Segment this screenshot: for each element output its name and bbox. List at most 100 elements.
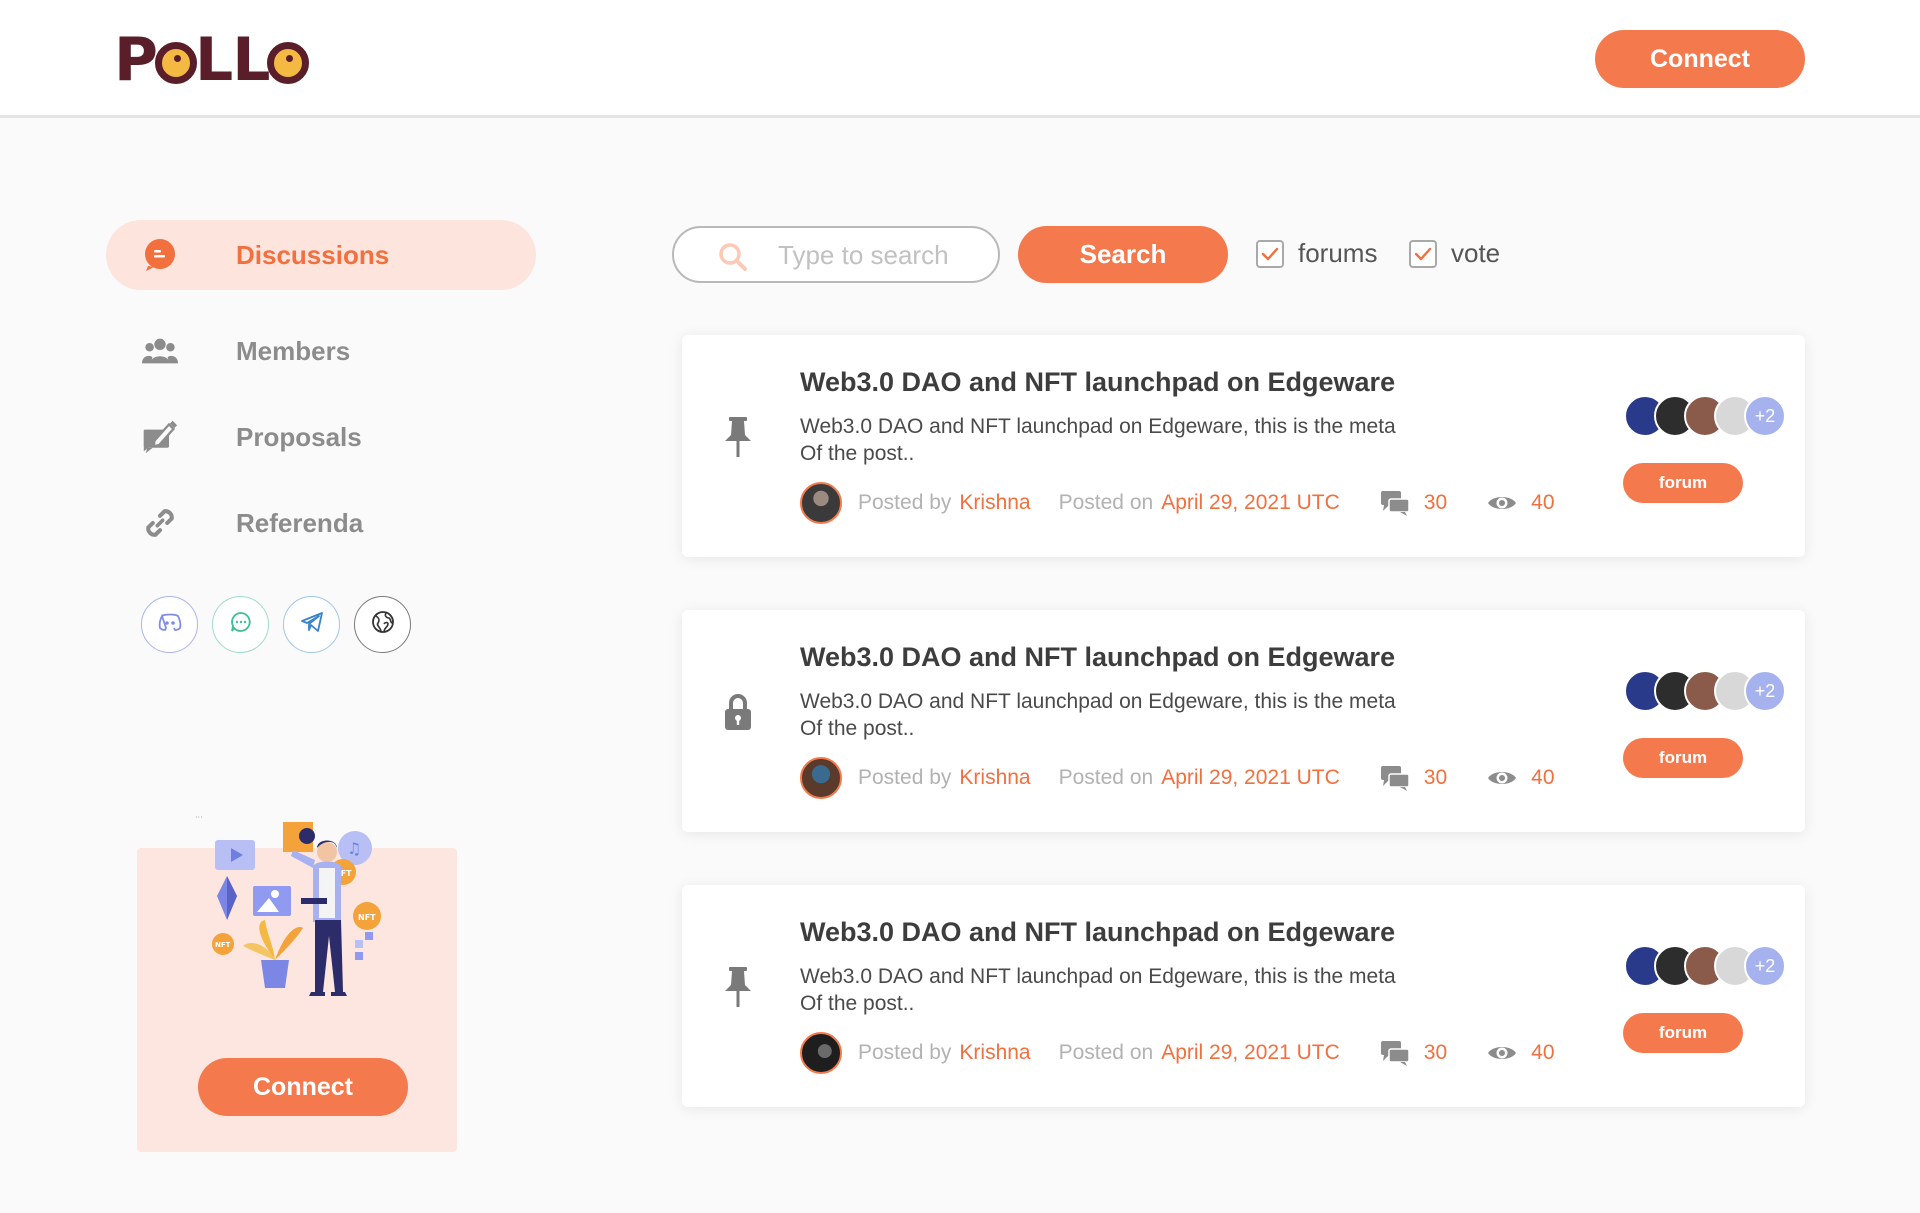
posted-on-label: Posted on bbox=[1058, 1041, 1154, 1064]
post-date: April 29, 2021 UTC bbox=[1161, 1041, 1340, 1064]
post-card[interactable]: Web3.0 DAO and NFT launchpad on Edgeware… bbox=[682, 610, 1805, 832]
comment-count: 30 bbox=[1380, 490, 1447, 516]
forum-tag[interactable]: forum bbox=[1623, 1013, 1743, 1053]
header-connect-button[interactable]: Connect bbox=[1595, 30, 1805, 88]
post-date: April 29, 2021 UTC bbox=[1161, 491, 1340, 514]
post-description-line: Web3.0 DAO and NFT launchpad on Edgeware… bbox=[800, 415, 1396, 438]
sidebar-item-proposals[interactable]: Proposals bbox=[106, 402, 536, 472]
vote-checkbox[interactable] bbox=[1409, 239, 1437, 268]
view-count-value: 40 bbox=[1531, 1041, 1555, 1064]
filter-label: vote bbox=[1451, 238, 1501, 268]
users-icon bbox=[142, 335, 178, 367]
logo-text: P LL bbox=[114, 30, 310, 90]
post-title[interactable]: Web3.0 DAO and NFT launchpad on Edgeware bbox=[800, 917, 1395, 948]
more-participants-badge[interactable]: +2 bbox=[1744, 945, 1786, 987]
post-description-line: Of the post.. bbox=[800, 992, 915, 1015]
participant-avatars: +2 bbox=[1624, 395, 1786, 437]
comments-icon bbox=[1380, 490, 1410, 516]
sidebar-item-label: Members bbox=[236, 335, 351, 366]
svg-text:NFT: NFT bbox=[358, 913, 376, 922]
forum-tag[interactable]: forum bbox=[1623, 463, 1743, 503]
more-participants-badge[interactable]: +2 bbox=[1744, 395, 1786, 437]
post-meta: Posted by Krishna Posted on April 29, 20… bbox=[800, 482, 1555, 524]
filter-vote[interactable]: vote bbox=[1409, 238, 1500, 269]
svg-text:···: ··· bbox=[195, 813, 203, 822]
view-count-value: 40 bbox=[1531, 491, 1555, 514]
forum-tag[interactable]: forum bbox=[1623, 738, 1743, 778]
view-count: 40 bbox=[1487, 766, 1555, 790]
eye-icon bbox=[1487, 768, 1517, 788]
filter-forums[interactable]: forums bbox=[1256, 238, 1377, 269]
posted-on-label: Posted on bbox=[1058, 766, 1154, 789]
pollo-logo[interactable]: P LL bbox=[114, 30, 310, 90]
post-description-line: Of the post.. bbox=[800, 442, 915, 465]
nft-illustration: ♫ NFT NFT NFT ··· bbox=[195, 812, 395, 1012]
chick-icon bbox=[154, 42, 197, 85]
svg-text:♫: ♫ bbox=[347, 839, 361, 858]
eye-icon bbox=[1487, 493, 1517, 513]
participant-avatars: +2 bbox=[1624, 670, 1786, 712]
post-card[interactable]: Web3.0 DAO and NFT launchpad on Edgeware… bbox=[682, 885, 1805, 1107]
eye-icon bbox=[1487, 1043, 1517, 1063]
author-avatar[interactable] bbox=[800, 1032, 842, 1074]
search-input[interactable] bbox=[778, 240, 978, 270]
pin-icon bbox=[722, 965, 754, 1009]
sidebar-item-discussions[interactable]: Discussions bbox=[106, 220, 536, 290]
comment-count-value: 30 bbox=[1423, 766, 1448, 789]
post-card[interactable]: Web3.0 DAO and NFT launchpad on Edgeware… bbox=[682, 335, 1805, 557]
post-title[interactable]: Web3.0 DAO and NFT launchpad on Edgeware bbox=[800, 367, 1395, 398]
posted-by-label: Posted by bbox=[858, 491, 952, 514]
post-description: Web3.0 DAO and NFT launchpad on Edgeware… bbox=[800, 688, 1440, 742]
web-globe-icon bbox=[371, 610, 395, 639]
telegram-link[interactable] bbox=[283, 596, 340, 653]
comment-count: 30 bbox=[1380, 1040, 1447, 1066]
post-date: April 29, 2021 UTC bbox=[1161, 766, 1340, 789]
view-count: 40 bbox=[1487, 1041, 1555, 1065]
author-name[interactable]: Krishna bbox=[959, 766, 1030, 790]
chat-bubble-icon bbox=[142, 239, 178, 271]
view-count: 40 bbox=[1487, 491, 1555, 515]
search-field[interactable] bbox=[672, 226, 1000, 283]
search-button[interactable]: Search bbox=[1018, 226, 1228, 283]
website-link[interactable] bbox=[354, 596, 411, 653]
comment-count-value: 30 bbox=[1423, 491, 1448, 514]
author-name[interactable]: Krishna bbox=[959, 1041, 1030, 1065]
post-description-line: Web3.0 DAO and NFT launchpad on Edgeware… bbox=[800, 965, 1396, 988]
post-description-line: Web3.0 DAO and NFT launchpad on Edgeware… bbox=[800, 690, 1396, 713]
sidebar-item-members[interactable]: Members bbox=[106, 316, 536, 386]
discord-icon bbox=[158, 612, 182, 637]
posted-by-label: Posted by bbox=[858, 766, 952, 789]
discord-link[interactable] bbox=[141, 596, 198, 653]
sidebar-item-label: Referenda bbox=[236, 507, 364, 538]
comments-icon bbox=[1380, 765, 1410, 791]
pin-icon bbox=[722, 415, 754, 459]
comment-count-value: 30 bbox=[1423, 1041, 1448, 1064]
sidebar-item-label: Proposals bbox=[236, 421, 362, 452]
svg-text:NFT: NFT bbox=[215, 941, 231, 949]
check-icon bbox=[1414, 247, 1432, 260]
post-title[interactable]: Web3.0 DAO and NFT launchpad on Edgeware bbox=[800, 642, 1395, 673]
lock-icon bbox=[722, 690, 754, 734]
author-avatar[interactable] bbox=[800, 482, 842, 524]
top-header: P LL Connect bbox=[0, 0, 1920, 118]
comments-icon bbox=[1380, 1040, 1410, 1066]
posted-by-label: Posted by bbox=[858, 1041, 952, 1064]
post-description-line: Of the post.. bbox=[800, 717, 915, 740]
chick-icon bbox=[267, 42, 310, 85]
more-participants-badge[interactable]: +2 bbox=[1744, 670, 1786, 712]
author-avatar[interactable] bbox=[800, 757, 842, 799]
post-meta: Posted by Krishna Posted on April 29, 20… bbox=[800, 757, 1555, 799]
search-icon bbox=[718, 242, 748, 277]
element-link[interactable] bbox=[212, 596, 269, 653]
forums-checkbox[interactable] bbox=[1256, 239, 1284, 268]
view-count-value: 40 bbox=[1531, 766, 1555, 789]
participant-avatars: +2 bbox=[1624, 945, 1786, 987]
posted-on-label: Posted on bbox=[1058, 491, 1154, 514]
sidebar-item-label: Discussions bbox=[236, 239, 390, 270]
promo-connect-button[interactable]: Connect bbox=[198, 1058, 408, 1116]
sidebar-item-referenda[interactable]: Referenda bbox=[106, 488, 536, 558]
edit-note-icon bbox=[142, 420, 178, 454]
author-name[interactable]: Krishna bbox=[959, 491, 1030, 515]
filter-label: forums bbox=[1298, 238, 1378, 268]
post-description: Web3.0 DAO and NFT launchpad on Edgeware… bbox=[800, 413, 1440, 467]
